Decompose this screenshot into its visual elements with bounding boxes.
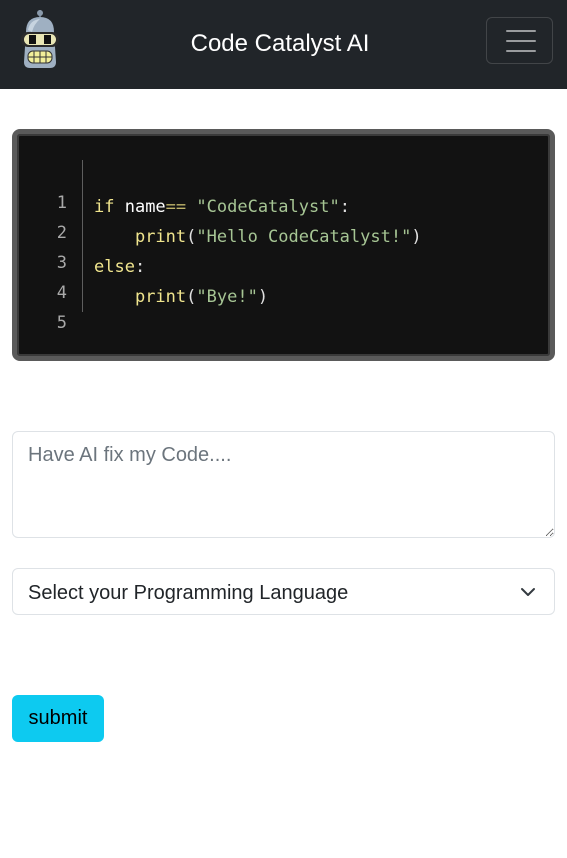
chevron-down-icon bbox=[521, 588, 535, 596]
code-token: "Hello CodeCatalyst!" bbox=[196, 227, 412, 247]
brand-title[interactable]: Code Catalyst AI bbox=[0, 28, 560, 60]
code-token: ) bbox=[411, 227, 422, 247]
code-token: ( bbox=[186, 287, 197, 307]
code-display: 1 2 3 4 5 if name== "CodeCatalyst": prin… bbox=[12, 129, 555, 361]
language-select[interactable]: Select your Programming Language bbox=[12, 568, 555, 615]
code-token: "Bye!" bbox=[196, 287, 258, 307]
code-token: "CodeCatalyst" bbox=[196, 197, 340, 217]
code-token: == bbox=[165, 197, 187, 217]
code-token: : bbox=[134, 257, 146, 277]
language-select-value: Select your Programming Language bbox=[28, 582, 349, 604]
code-token: print bbox=[134, 227, 187, 247]
line-number: 2 bbox=[56, 223, 67, 243]
code-line: print("Hello CodeCatalyst!") bbox=[94, 222, 422, 252]
code-line: if name== "CodeCatalyst": bbox=[94, 192, 350, 222]
hamburger-menu-icon bbox=[506, 30, 536, 32]
submit-button[interactable]: submit bbox=[12, 695, 104, 742]
line-number: 1 bbox=[56, 193, 67, 213]
navbar: Code Catalyst AI bbox=[0, 0, 567, 89]
menu-toggle-button[interactable] bbox=[486, 17, 553, 64]
hamburger-line bbox=[506, 50, 536, 52]
line-number: 4 bbox=[56, 283, 67, 303]
line-number-gutter: 1 2 3 4 5 bbox=[42, 160, 83, 333]
code-token: : bbox=[339, 197, 350, 217]
code-line: print("Bye!") bbox=[94, 282, 268, 312]
code-token: ) bbox=[257, 287, 269, 307]
line-number: 5 bbox=[56, 313, 67, 333]
line-number: 3 bbox=[56, 253, 67, 273]
code-token: name bbox=[124, 197, 166, 217]
code-token: else bbox=[94, 257, 135, 277]
code-token: print bbox=[134, 287, 187, 307]
code-fix-prompt-input[interactable] bbox=[12, 431, 555, 538]
code-token: ( bbox=[186, 227, 197, 247]
hamburger-line bbox=[506, 40, 536, 42]
code-line: else: bbox=[94, 252, 145, 282]
code-token: if bbox=[94, 197, 125, 217]
